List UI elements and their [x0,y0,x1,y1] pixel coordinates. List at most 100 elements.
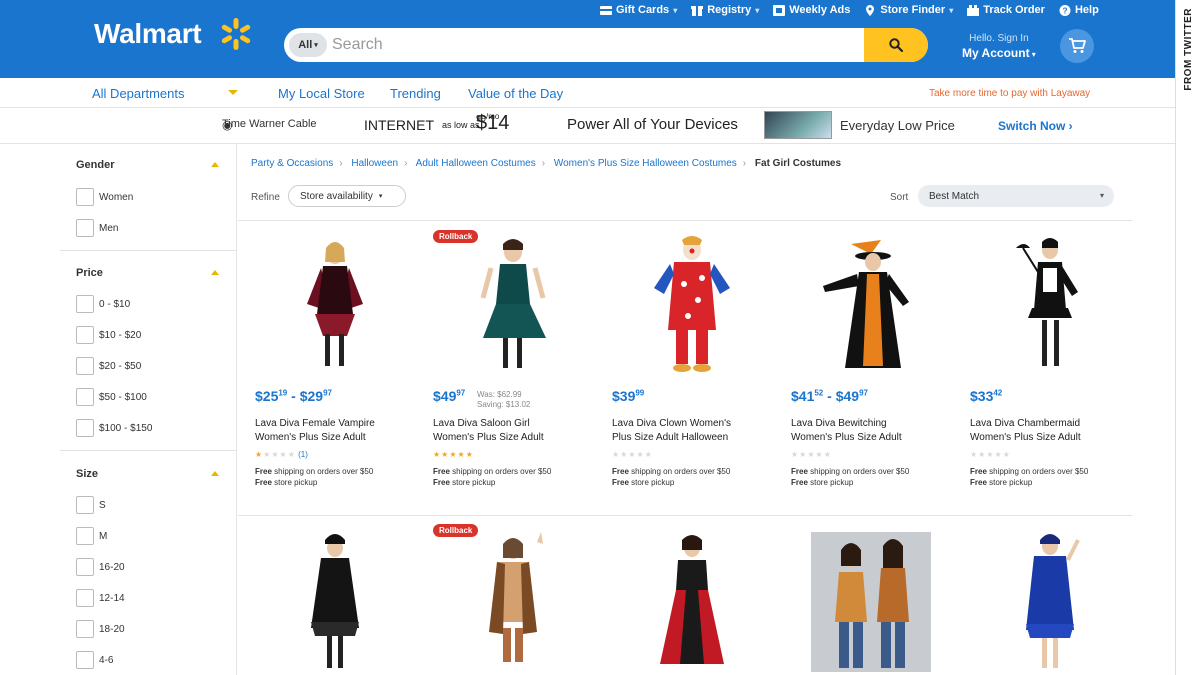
product-image[interactable] [990,532,1110,675]
filter-size-m[interactable]: M [76,527,107,545]
product-card[interactable]: $3999 Lava Diva Clown Women's Plus Size Ad… [612,236,782,498]
checkbox[interactable] [76,388,94,406]
weekly-ads-link[interactable]: Weekly Ads [773,4,850,16]
filter-size-title[interactable]: Size [76,468,98,480]
filter-price-title[interactable]: Price [76,267,103,279]
nav-value-of-the-day[interactable]: Value of the Day [468,86,563,101]
my-account-label: My Account [962,46,1030,60]
product-card[interactable] [255,532,425,675]
gift-cards-link[interactable]: Gift Cards ▾ [600,4,677,16]
ad-banner[interactable]: ◉ Time Warner Cable INTERNET as low as $… [0,108,1175,144]
track-order-icon [967,4,980,16]
checkbox[interactable] [76,219,94,237]
product-image[interactable] [275,532,395,675]
help-link[interactable]: ? Help [1059,4,1099,16]
search-department-select[interactable]: All ▾ [289,33,327,57]
checkbox[interactable] [76,188,94,206]
search-input[interactable] [332,32,852,58]
filter-size-12-14[interactable]: 12-14 [76,589,125,607]
filter-size-16-20[interactable]: 16-20 [76,558,125,576]
product-title-link[interactable]: Lava Diva Clown Women's Plus Size Adult H… [612,417,782,445]
nav-my-local-store[interactable]: My Local Store [278,86,365,101]
product-card[interactable]: $4152 - $4997 Lava Diva Bewitching Women's… [791,238,961,498]
product-image[interactable] [453,532,573,675]
product-image[interactable] [811,532,931,675]
filter-gender-men[interactable]: Men [76,219,118,237]
product-card[interactable] [791,532,961,675]
collapse-caret-icon[interactable] [211,270,219,275]
ad-as-low-as: as low as [442,120,480,130]
layaway-link[interactable]: Take more time to pay with Layaway [929,88,1090,99]
collapse-caret-icon[interactable] [211,471,219,476]
checkbox[interactable] [76,527,94,545]
star-rating[interactable]: ★★★★★ [791,450,832,459]
review-count[interactable]: (1) [296,450,308,459]
store-availability-dropdown[interactable]: Store availability ▾ [288,185,406,207]
spark-logo-icon[interactable] [218,16,254,52]
walmart-logo[interactable]: Walmart [94,18,202,50]
filter-price-0-10[interactable]: 0 - $10 [76,295,130,313]
product-image[interactable] [275,234,395,384]
star-rating[interactable]: ★★★★★ [612,450,653,459]
cart-button[interactable] [1060,29,1094,63]
all-departments-menu[interactable]: All Departments [92,86,184,101]
product-image[interactable] [811,234,931,384]
star-icon: ★ [823,450,832,459]
search-button[interactable] [864,28,928,62]
product-title-link[interactable]: Lava Diva Chambermaid Women's Plus Size A… [970,417,1140,445]
checkbox[interactable] [76,589,94,607]
shipping-info: Free shipping on orders over $50 Free sto… [255,467,374,487]
product-card[interactable]: Rollback [433,524,603,675]
filter-price-100-150[interactable]: $100 - $150 [76,419,152,437]
star-rating[interactable]: ★★★★★ (1) [255,450,308,459]
checkbox[interactable] [76,558,94,576]
breadcrumb-link[interactable]: Adult Halloween Costumes [416,158,536,169]
star-icon: ★ [636,450,645,459]
product-title-link[interactable]: Lava Diva Bewitching Women's Plus Size Ad… [791,417,961,445]
ad-switch-now-link[interactable]: Switch Now › [998,119,1073,133]
product-title-link[interactable]: Lava Diva Female Vampire Women's Plus Siz… [255,417,425,445]
track-order-link[interactable]: Track Order [967,4,1045,16]
checkbox[interactable] [76,357,94,375]
star-rating[interactable]: ★★★★★ [970,450,1011,459]
breadcrumb-link[interactable]: Halloween [351,158,398,169]
checkbox[interactable] [76,419,94,437]
chevron-down-icon[interactable] [228,90,238,95]
product-card[interactable]: Rollback $4997 Was: $62.99 Saving: $13.02 La… [433,230,603,498]
registry-link[interactable]: Registry ▾ [691,4,759,16]
filter-price-50-100[interactable]: $50 - $100 [76,388,147,406]
checkbox[interactable] [76,295,94,313]
divider [60,450,236,451]
ad-everyday-low-price: Everyday Low Price [840,118,955,133]
breadcrumb-link[interactable]: Party & Occasions [251,158,333,169]
filter-size-s[interactable]: S [76,496,106,514]
filter-size-4-6[interactable]: 4-6 [76,651,113,669]
product-card[interactable]: $3342 Lava Diva Chambermaid Women's Plus S… [970,238,1140,498]
filter-price-10-20[interactable]: $10 - $20 [76,326,141,344]
filter-gender-title[interactable]: Gender [76,159,115,171]
star-rating[interactable]: ★★★★★ [433,450,474,459]
filter-gender-women[interactable]: Women [76,188,133,206]
weekly-ads-icon [773,4,786,16]
collapse-caret-icon[interactable] [211,162,219,167]
product-title-link[interactable]: Lava Diva Saloon Girl Women's Plus Size A… [433,417,603,445]
page-scrollbar[interactable] [1175,0,1200,675]
nav-trending[interactable]: Trending [390,86,441,101]
checkbox[interactable] [76,326,94,344]
product-card[interactable] [970,532,1140,675]
product-image[interactable] [632,234,752,384]
filter-size-18-20[interactable]: 18-20 [76,620,125,638]
sort-select[interactable]: Best Match ▾ [918,185,1114,207]
store-finder-link[interactable]: Store Finder ▾ [864,4,953,16]
checkbox[interactable] [76,620,94,638]
product-card[interactable] [612,532,782,675]
product-card[interactable]: $2519 - $2997 Lava Diva Female Vampire Wom… [255,238,425,498]
account-menu[interactable]: Hello. Sign In My Account ▾ [962,32,1036,62]
breadcrumb-link[interactable]: Women's Plus Size Halloween Costumes [554,158,737,169]
product-image[interactable] [453,234,573,384]
filter-price-20-50[interactable]: $20 - $50 [76,357,141,375]
product-image[interactable] [990,234,1110,384]
checkbox[interactable] [76,651,94,669]
checkbox[interactable] [76,496,94,514]
product-image[interactable] [632,532,752,675]
